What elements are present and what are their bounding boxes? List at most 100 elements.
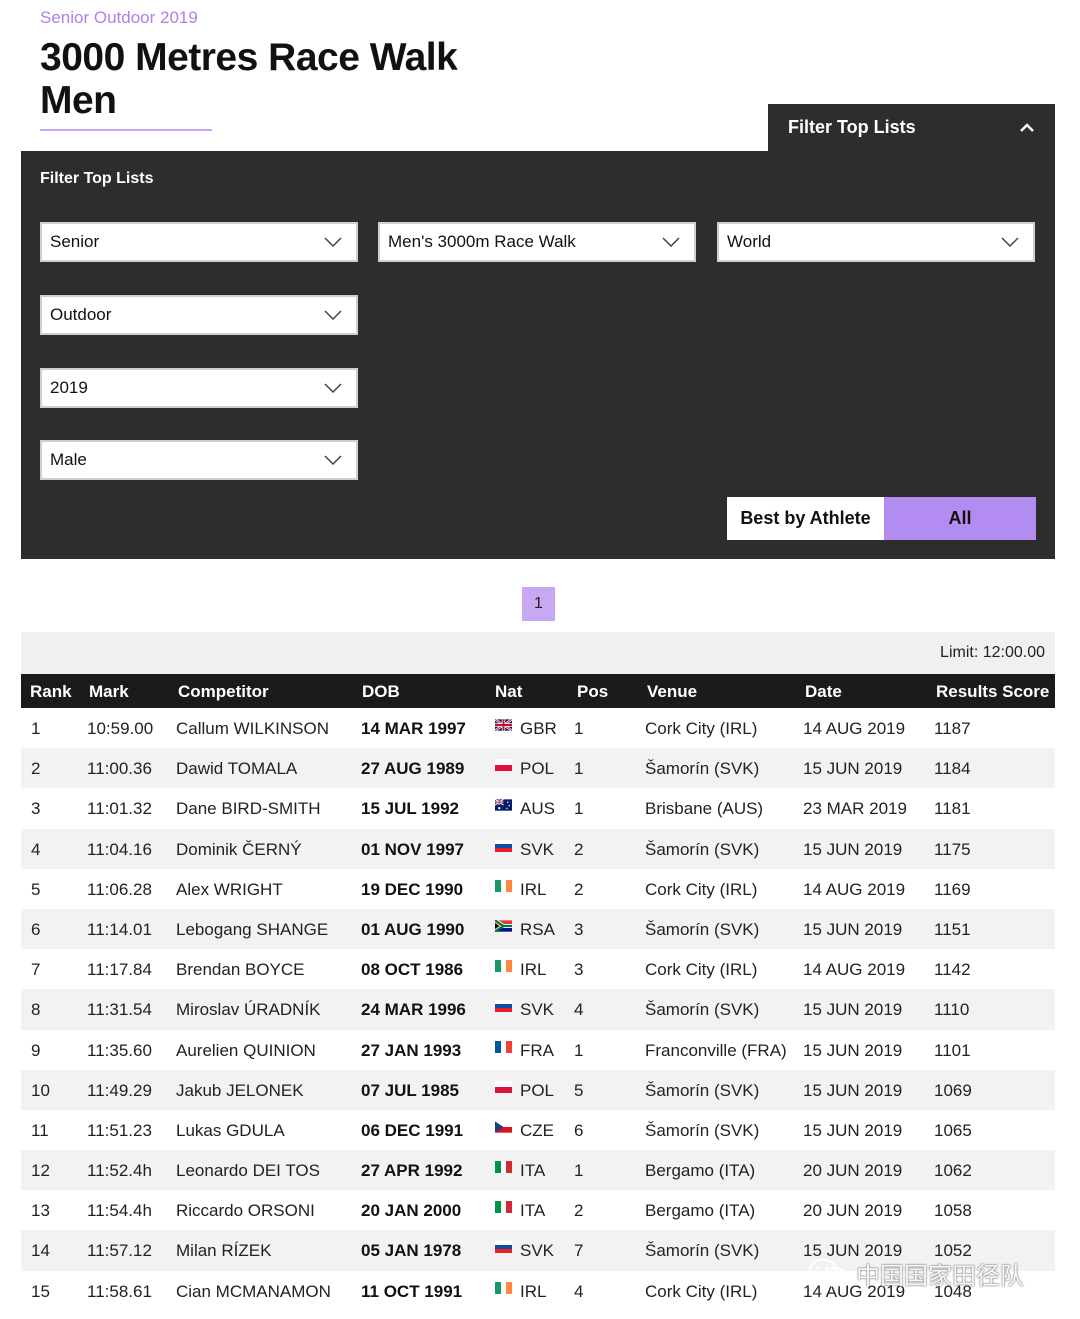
date-cell: 15 JUN 2019 — [803, 1120, 903, 1140]
table-row: 6 11:14.01 Lebogang SHANGE 01 AUG 1990 RSA 3 Š… — [21, 908, 1055, 950]
dob-cell: 15 JUL 1992 — [361, 799, 459, 819]
table-row: 2 11:00.36 Dawid TOMALA 27 AUG 1989 POL 1 Šamo… — [21, 748, 1055, 789]
mark-cell: 11:35.60 — [87, 1040, 152, 1060]
competitor-link[interactable]: Callum WILKINSON — [176, 719, 329, 739]
competitor-link[interactable]: Riccardo ORSONI — [176, 1201, 315, 1221]
limit-text: Limit: 12:00.00 — [940, 644, 1045, 661]
year-select[interactable]: 2019 — [40, 368, 358, 408]
venue-cell: Bergamo (ITA) — [645, 1201, 756, 1221]
competitor-link[interactable]: Dominik ČERNÝ — [176, 840, 302, 860]
competitor-link[interactable]: Lebogang SHANGE — [176, 920, 328, 940]
flag-svk-icon — [495, 839, 512, 852]
venue-cell: Šamorín (SVK) — [645, 1000, 760, 1020]
pos-cell: 1 — [574, 1040, 584, 1060]
filter-panel: Filter Top Lists Senior Men's 3000m Race… — [21, 151, 1055, 559]
competitor-link[interactable]: Lukas GDULA — [176, 1121, 285, 1141]
flag-pol-icon — [495, 759, 512, 772]
column-header-venue[interactable]: Venue — [647, 682, 697, 702]
column-header-results-score[interactable]: Results Score — [936, 682, 1049, 702]
dob-cell: 19 DEC 1990 — [361, 879, 464, 899]
event-select[interactable]: Men's 3000m Race Walk — [378, 222, 696, 262]
competitor-link[interactable]: Dawid TOMALA — [176, 759, 297, 779]
column-header-dob[interactable]: DOB — [362, 682, 400, 702]
table-row: 12 11:52.4h Leonardo DEI TOS 27 APR 1992 ITA… — [21, 1150, 1055, 1191]
pos-cell: 2 — [574, 1201, 584, 1221]
chevron-down-icon — [324, 455, 342, 465]
mark-cell: 11:00.36 — [87, 759, 152, 779]
mark-cell: 10:59.00 — [87, 719, 154, 738]
best-by-athlete-button[interactable]: Best by Athlete — [727, 497, 884, 540]
competitor-link[interactable]: Cian MCMANAMON — [176, 1282, 331, 1302]
nat-cell: GBR — [520, 719, 557, 738]
venue-cell: Bergamo (ITA) — [645, 1161, 756, 1181]
flag-irl-icon — [495, 1281, 512, 1294]
nat-cell: SVK — [520, 1241, 555, 1261]
venue-cell: Brisbane (AUS) — [645, 799, 764, 819]
column-header-mark[interactable]: Mark — [89, 682, 129, 702]
table-row: 11 11:51.23 Lukas GDULA 06 DEC 1991 CZE 6 Šamo… — [21, 1110, 1055, 1150]
dob-cell: 27 JAN 1993 — [361, 1040, 462, 1060]
region-select[interactable]: World — [717, 222, 1035, 262]
rank-cell: 13 — [31, 1201, 50, 1221]
flag-ita-icon — [495, 1201, 512, 1214]
competitor-link[interactable]: Milan RÍZEK — [176, 1241, 271, 1261]
rank-cell: 14 — [31, 1241, 50, 1261]
chevron-down-icon — [324, 383, 342, 393]
breadcrumb: Senior Outdoor 2019 — [40, 8, 198, 27]
competitor-link[interactable]: Aurelien QUINION — [176, 1041, 316, 1061]
mark-cell: 11:17.84 — [87, 960, 152, 980]
results-score-cell: 1101 — [934, 1040, 971, 1060]
nat-cell: SVK — [520, 839, 555, 859]
filter-top-lists-toggle[interactable]: Filter Top Lists — [768, 104, 1055, 151]
limit-bar: Limit: 12:00.00 — [21, 632, 1055, 674]
mark-cell: 11:58.61 — [87, 1281, 152, 1301]
column-header-rank[interactable]: Rank — [30, 682, 72, 702]
mark-cell: 11:06.28 — [87, 879, 152, 899]
mark-cell: 11:51.23 — [87, 1120, 152, 1140]
results-score-cell: 1184 — [934, 759, 971, 779]
results-table: 1 10:59.00 Callum WILKINSON 14 MAR 1997 GBR 1… — [21, 708, 1055, 1311]
pagination-page-1[interactable]: 1 — [522, 587, 555, 621]
rank-cell: 10 — [31, 1080, 50, 1100]
column-header-date[interactable]: Date — [805, 682, 842, 702]
competitor-link[interactable]: Dane BIRD-SMITH — [176, 799, 321, 819]
all-button[interactable]: All — [884, 497, 1036, 540]
column-header-nat[interactable]: Nat — [495, 682, 522, 702]
dob-cell: 05 JAN 1978 — [361, 1241, 462, 1261]
column-header-pos[interactable]: Pos — [577, 682, 608, 702]
mark-cell: 11:14.01 — [87, 919, 152, 939]
table-row: 7 11:17.84 Brendan BOYCE 08 OCT 1986 IRL 3 Cor… — [21, 949, 1055, 989]
date-cell: 15 JUN 2019 — [803, 1040, 903, 1060]
nat-cell: POL — [520, 759, 555, 779]
dob-cell: 01 AUG 1990 — [361, 919, 465, 939]
competitor-link[interactable]: Leonardo DEI TOS — [176, 1161, 320, 1181]
pos-cell: 1 — [574, 1161, 584, 1181]
nat-cell: POL — [520, 1080, 555, 1100]
pos-cell: 4 — [574, 1281, 584, 1301]
results-score-cell: 1142 — [934, 960, 971, 980]
competitor-link[interactable]: Jakub JELONEK — [176, 1081, 304, 1101]
pos-cell: 1 — [574, 799, 584, 819]
column-header-competitor[interactable]: Competitor — [178, 682, 269, 702]
rank-cell: 2 — [31, 759, 41, 779]
nat-cell: FRA — [520, 1040, 554, 1060]
nat-cell: IRL — [520, 960, 547, 980]
date-cell: 14 AUG 2019 — [803, 960, 906, 980]
flag-irl-icon — [495, 879, 512, 892]
table-row: 3 11:01.32 Dane BIRD-SMITH 15 JUL 1992 AUS 1 B… — [21, 788, 1055, 828]
rank-cell: 3 — [31, 799, 41, 819]
year-value: 2019 — [50, 378, 88, 397]
flag-aus-icon — [495, 799, 512, 812]
competitor-link[interactable]: Miroslav ÚRADNÍK — [176, 1000, 321, 1020]
gender-select[interactable]: Male — [40, 440, 358, 480]
best-all-toggle: Best by Athlete All — [727, 497, 1036, 540]
competitor-link[interactable]: Alex WRIGHT — [176, 880, 283, 900]
table-row: 4 11:04.16 Dominik ČERNÝ 01 NOV 1997 SVK 2 Šam… — [21, 828, 1055, 869]
competitor-link[interactable]: Brendan BOYCE — [176, 960, 305, 980]
mark-cell: 11:52.4h — [87, 1161, 152, 1181]
date-cell: 20 JUN 2019 — [803, 1161, 903, 1181]
table-row: 9 11:35.60 Aurelien QUINION 27 JAN 1993 FRA 1… — [21, 1030, 1055, 1070]
age-category-select[interactable]: Senior — [40, 222, 358, 262]
environment-select[interactable]: Outdoor — [40, 295, 358, 335]
pos-cell: 2 — [574, 879, 584, 899]
